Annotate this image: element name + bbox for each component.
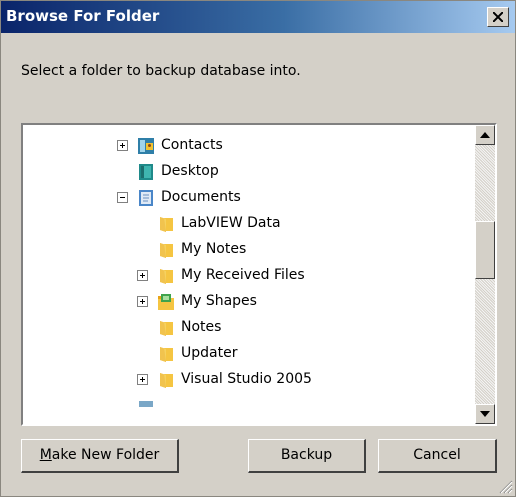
folder-icon [157,371,175,389]
tree-item-my-shapes[interactable]: My Shapes [23,289,475,315]
folder-icon [157,241,175,259]
title-bar[interactable]: Browse For Folder [1,1,515,33]
tree-item-updater[interactable]: Updater [23,341,475,367]
folder-tree-items: Contacts Desktop Documents LabVIEW Data … [23,125,475,424]
tree-item-documents[interactable]: Documents [23,185,475,211]
folder-icon [157,215,175,233]
tree-item-desktop[interactable]: Desktop [23,159,475,185]
tree-item-label: My Notes [181,241,247,257]
folder-tree[interactable]: Contacts Desktop Documents LabVIEW Data … [21,123,497,426]
vertical-scrollbar[interactable] [475,125,495,424]
tree-item-contacts[interactable]: Contacts [23,133,475,159]
tree-item-label: Notes [181,319,222,335]
desktop-icon [137,163,155,181]
browse-for-folder-dialog: Browse For Folder Select a folder to bac… [0,0,516,497]
tree-item-labview-data[interactable]: LabVIEW Data [23,211,475,237]
cancel-button[interactable]: Cancel [378,439,497,473]
tree-item-my-notes[interactable]: My Notes [23,237,475,263]
tree-item-label: Updater [181,345,238,361]
tree-item-label: LabVIEW Data [181,215,281,231]
scroll-thumb[interactable] [475,221,495,279]
tree-item-label: My Received Files [181,267,305,283]
scroll-up-button[interactable] [475,125,495,145]
contacts-icon [137,137,155,155]
dialog-prompt: Select a folder to backup database into. [21,63,301,79]
dialog-title: Browse For Folder [6,7,160,25]
tree-item-label: Desktop [161,163,219,179]
arrow-up-icon [480,132,490,138]
tree-item-visual-studio-2005[interactable]: Visual Studio 2005 [23,367,475,393]
close-icon [493,12,503,22]
make-new-folder-label: ake New Folder [51,447,160,463]
expand-icon[interactable] [137,296,148,307]
collapse-icon[interactable] [117,192,128,203]
make-new-folder-button[interactable]: Make New Folder [21,439,179,473]
documents-icon [137,189,155,207]
folder-icon [157,319,175,337]
tree-item-notes[interactable]: Notes [23,315,475,341]
arrow-down-icon [480,411,490,417]
resize-grip-icon[interactable] [499,480,513,494]
tree-item-label: Documents [161,189,241,205]
tree-item-label: Contacts [161,137,223,153]
mnemonic-m: M [39,447,52,463]
close-button[interactable] [487,7,509,27]
backup-button[interactable]: Backup [248,439,366,473]
folder-icon [137,397,155,415]
tree-item-partial[interactable] [23,393,475,419]
tree-item-my-received-files[interactable]: My Received Files [23,263,475,289]
folder-icon [157,345,175,363]
expand-icon[interactable] [117,140,128,151]
expand-icon[interactable] [137,374,148,385]
scroll-down-button[interactable] [475,404,495,424]
folder-icon [157,267,175,285]
tree-item-label: My Shapes [181,293,257,309]
shapes-folder-icon [157,293,175,311]
expand-icon[interactable] [137,270,148,281]
tree-item-label: Visual Studio 2005 [181,371,312,387]
